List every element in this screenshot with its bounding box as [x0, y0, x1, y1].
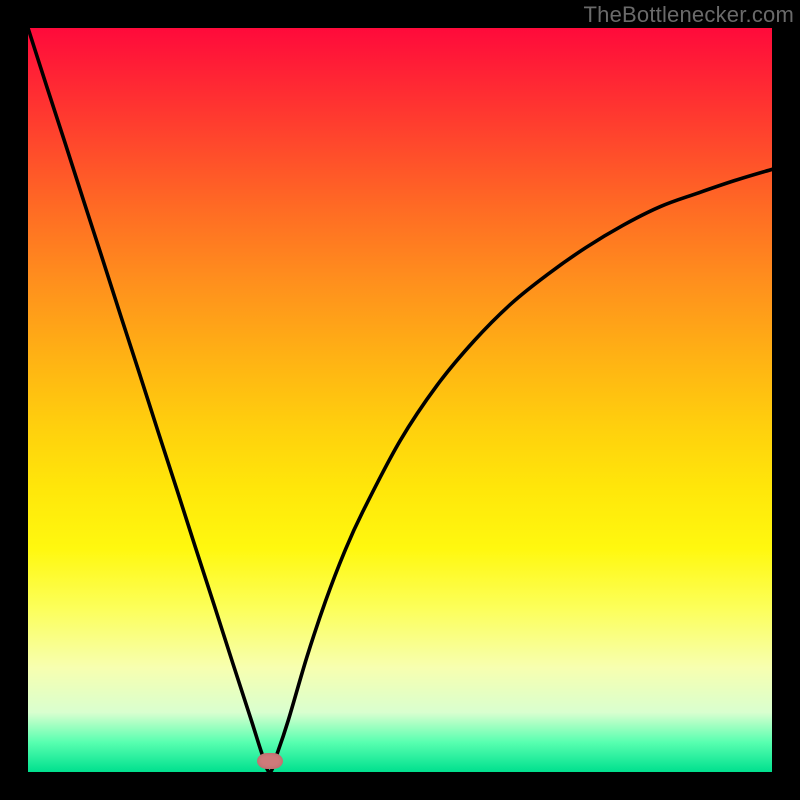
- attribution-watermark: TheBottlenecker.com: [584, 2, 794, 28]
- bottleneck-curve: [28, 28, 772, 772]
- chart-root: TheBottlenecker.com: [0, 0, 800, 800]
- vertex-marker: [257, 753, 283, 769]
